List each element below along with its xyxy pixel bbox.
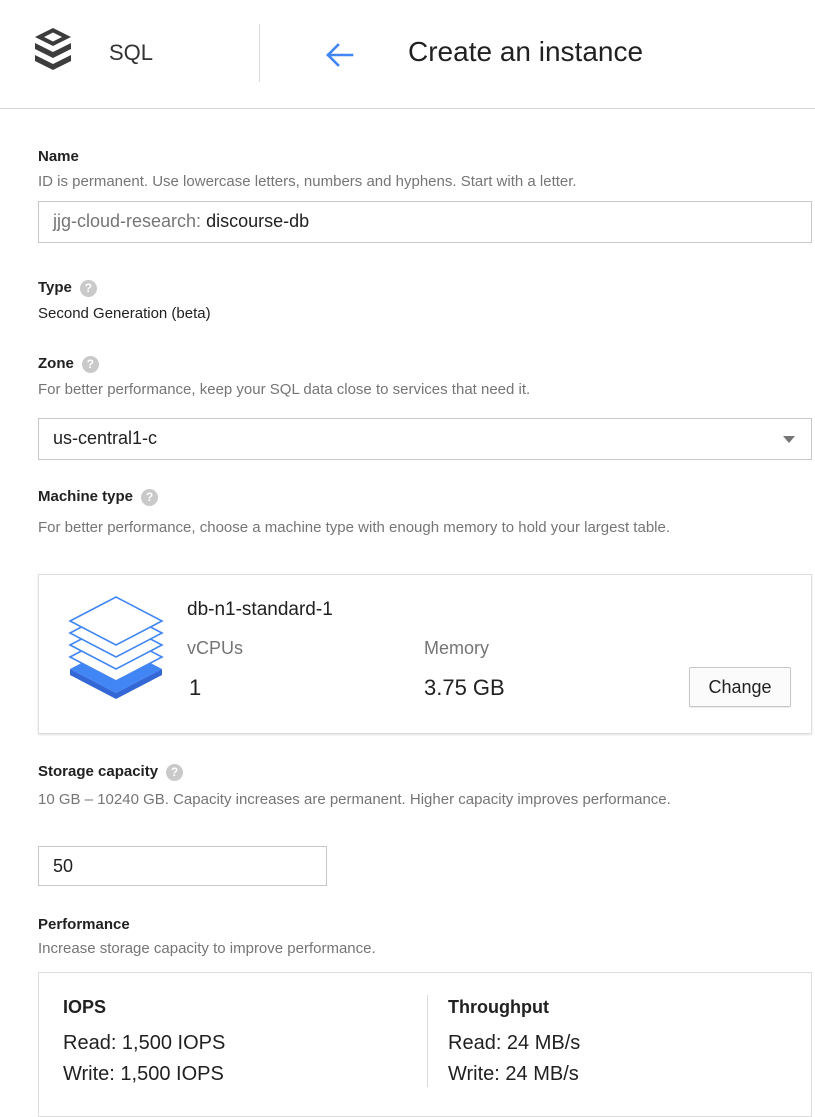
sql-logo-icon [35,28,71,70]
performance-card: IOPS Read: 1,500 IOPS Write: 1,500 IOPS … [38,972,812,1117]
iops-heading: IOPS [63,997,107,1017]
type-label-text: Type [38,279,72,296]
storage-label-text: Storage capacity [38,763,159,780]
iops-read: Read: 1,500 IOPS [63,1032,226,1054]
product-name[interactable]: SQL [109,40,153,66]
page-title: Create an instance [408,36,644,67]
machine-type-hint: For better performance, choose a machine… [38,519,670,536]
type-label: Type? [38,279,97,297]
project-prefix: jjg-cloud-research: [53,211,202,231]
zone-hint: For better performance, keep your SQL da… [38,381,531,398]
vcpus-label: vCPUs [187,638,244,658]
zone-select[interactable]: us-central1-c [38,418,812,460]
instance-id-value: discourse-db [206,211,310,231]
performance-label: Performance [38,916,130,933]
instance-id-input[interactable]: jjg-cloud-research: discourse-db [38,201,812,243]
name-label: Name [38,148,79,165]
iops-write: Write: 1,500 IOPS [63,1063,224,1085]
performance-divider [427,995,428,1087]
name-hint: ID is permanent. Use lowercase letters, … [38,173,577,190]
storage-capacity-value: 50 [53,856,74,876]
type-help-icon[interactable]: ? [79,279,97,297]
throughput-read: Read: 24 MB/s [448,1032,581,1054]
back-arrow-icon[interactable] [322,38,356,72]
header-divider [259,24,260,82]
throughput-column: Throughput Read: 24 MB/s Write: 24 MB/s [448,997,580,1090]
chevron-down-icon [783,436,795,443]
memory-value: 3.75 GB [424,675,505,700]
zone-help-icon[interactable]: ? [81,355,99,373]
zone-label: Zone? [38,355,99,373]
machine-type-help-icon[interactable]: ? [141,488,159,506]
performance-hint: Increase storage capacity to improve per… [38,940,376,957]
machine-type-label: Machine type? [38,488,159,506]
storage-help-icon[interactable]: ? [166,763,184,781]
storage-label: Storage capacity? [38,763,184,781]
machine-type-name: db-n1-standard-1 [187,599,333,620]
storage-hint: 10 GB – 10240 GB. Capacity increases are… [38,791,671,808]
vcpus-value: 1 [189,675,202,700]
machine-type-label-text: Machine type [38,488,134,505]
machine-type-card: db-n1-standard-1 vCPUs Memory 1 3.75 GB … [38,574,812,734]
storage-capacity-input[interactable]: 50 [38,846,327,886]
memory-label: Memory [424,638,490,658]
type-value: Second Generation (beta) [38,305,211,322]
app-header: SQL Create an instance [0,0,815,109]
zone-label-text: Zone [38,355,74,372]
machine-layers-icon [68,596,164,699]
throughput-heading: Throughput [448,997,549,1017]
zone-selected-value: us-central1-c [53,428,158,448]
iops-column: IOPS Read: 1,500 IOPS Write: 1,500 IOPS [63,997,225,1090]
change-machine-button[interactable]: Change [689,667,791,707]
throughput-write: Write: 24 MB/s [448,1063,579,1085]
